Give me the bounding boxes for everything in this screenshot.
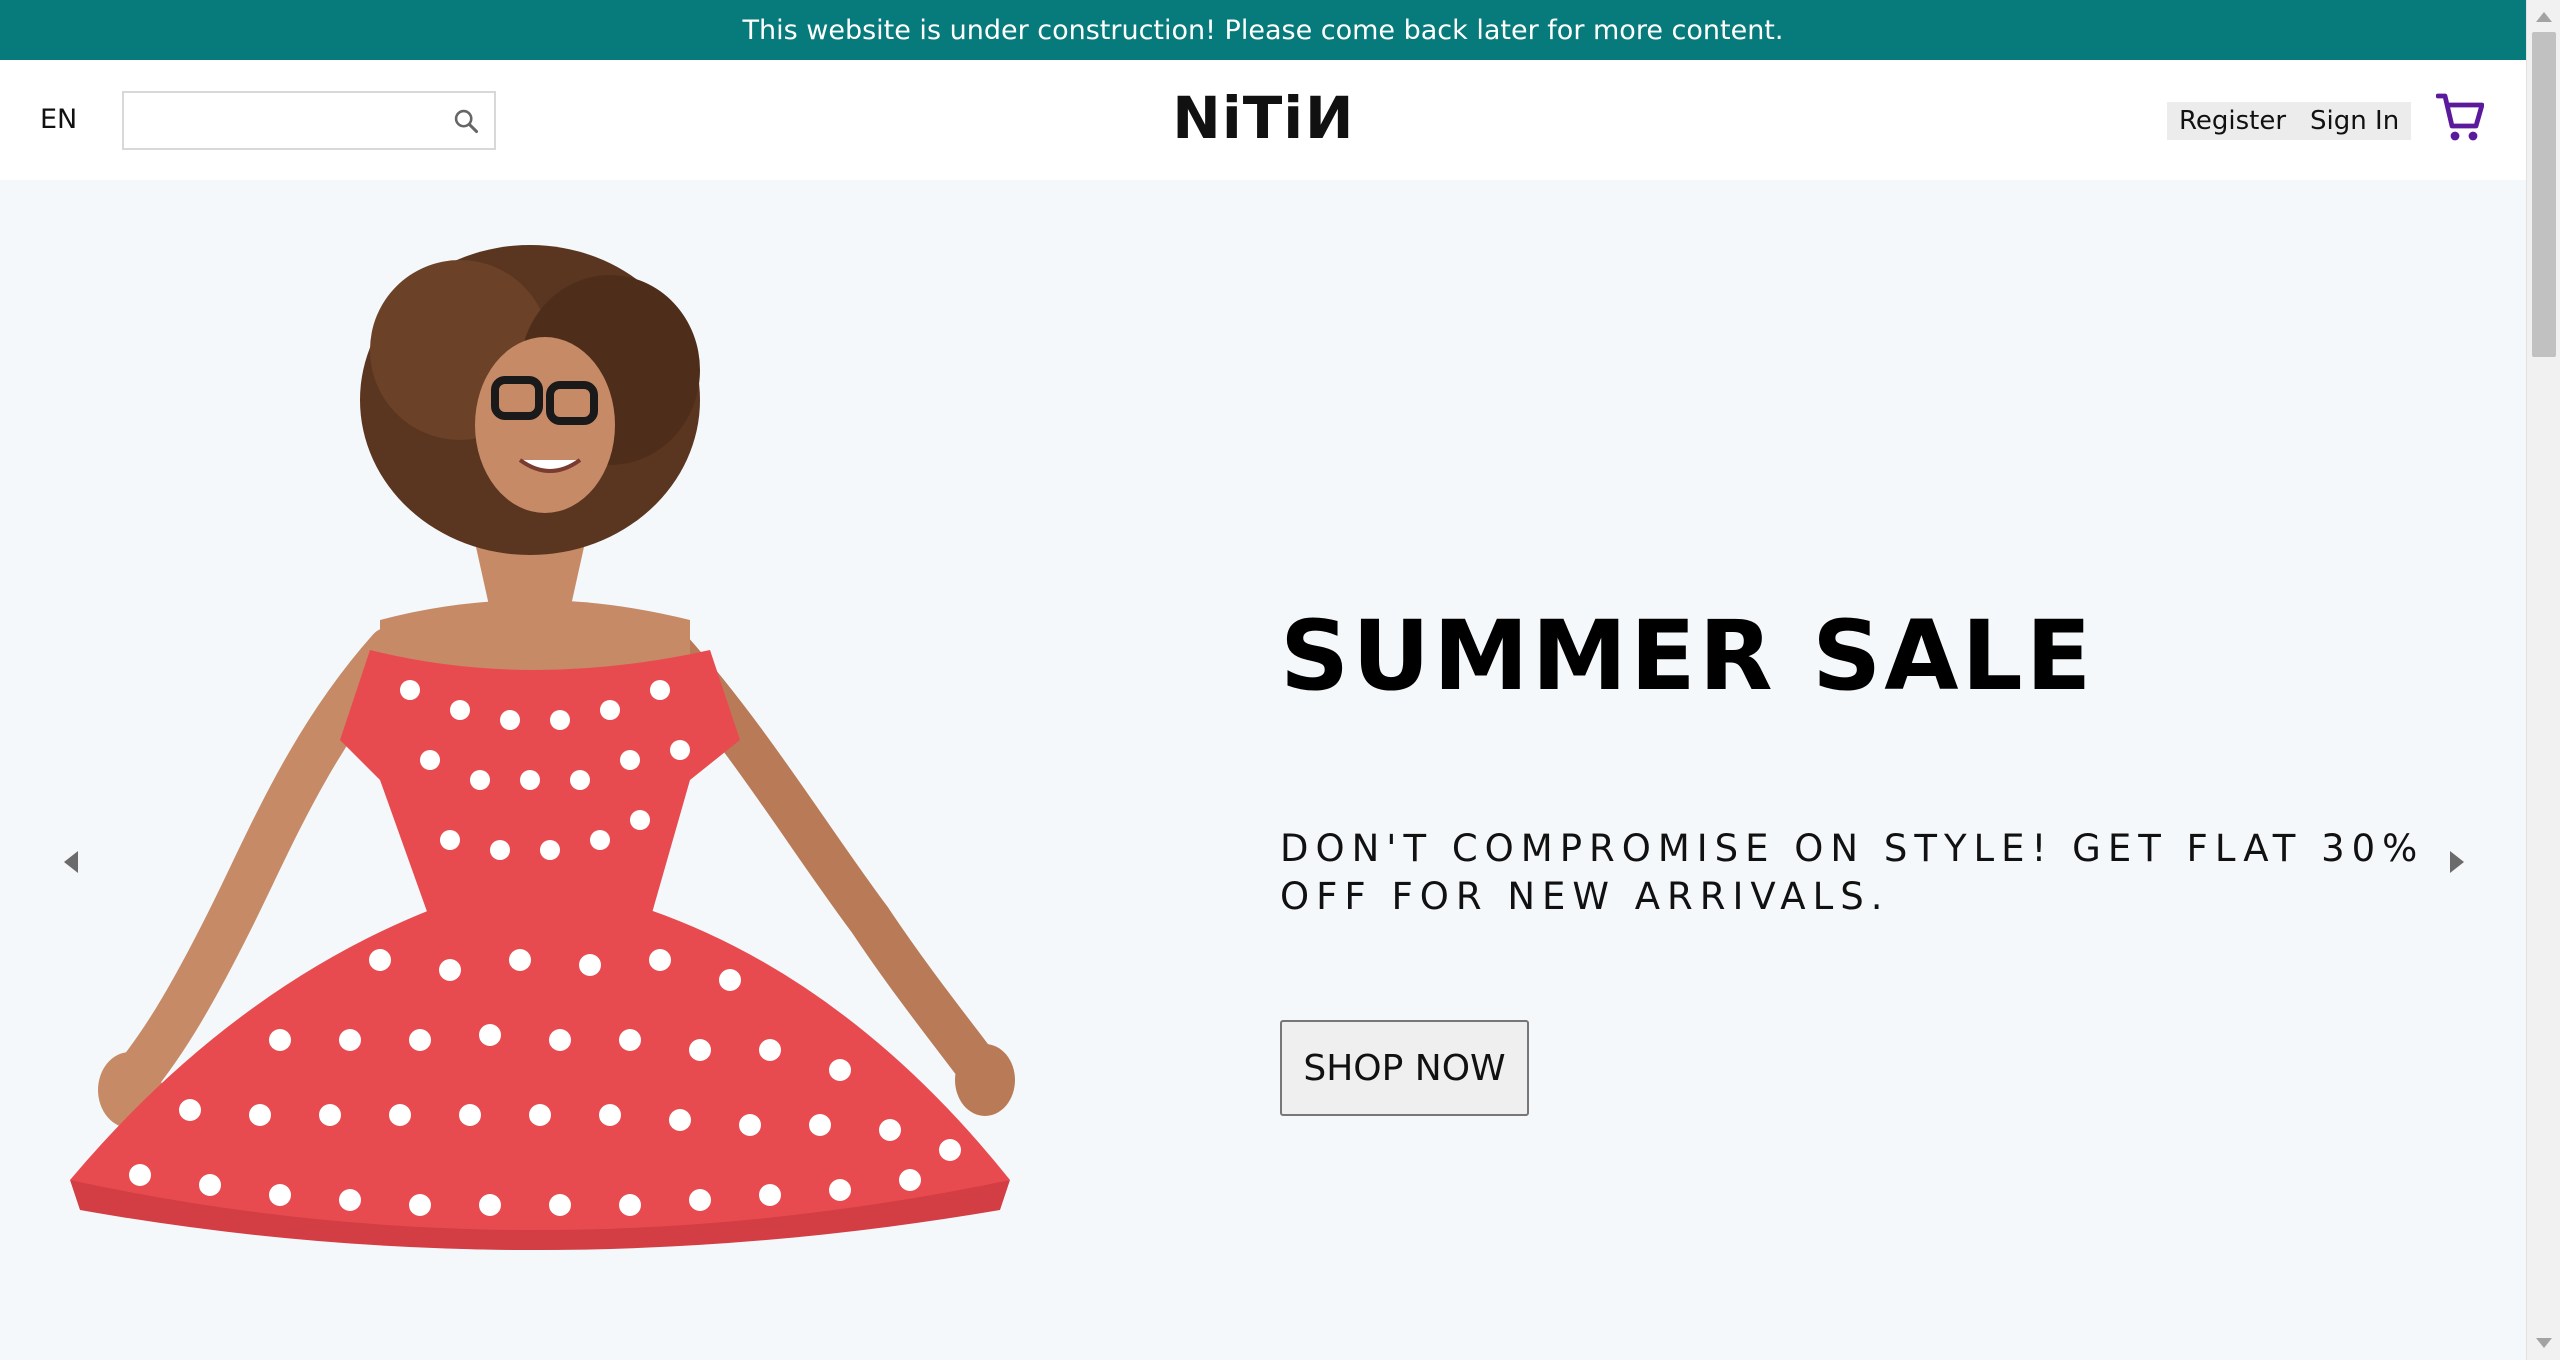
search-icon[interactable] xyxy=(452,107,480,135)
hero-image xyxy=(70,245,1015,1250)
logo-text-i: i xyxy=(1283,84,1305,152)
scroll-down-arrow-icon[interactable] xyxy=(2536,1338,2552,1348)
language-selector[interactable]: EN xyxy=(40,104,77,135)
shopping-cart-icon[interactable] xyxy=(2436,92,2484,144)
brand-logo[interactable]: NiT i N xyxy=(1172,84,1353,152)
caret-right-icon[interactable] xyxy=(2446,847,2470,877)
announcement-text: This website is under construction! Plea… xyxy=(742,14,1784,46)
auth-links: Register Sign In xyxy=(2167,102,2412,140)
scrollbar-thumb[interactable] xyxy=(2532,32,2556,357)
hero-carousel: SUMMER SALE DON'T COMPROMISE ON STYLE! G… xyxy=(0,180,2526,1360)
shop-now-button[interactable]: SHOP NOW xyxy=(1280,1020,1529,1116)
search-input[interactable] xyxy=(124,93,434,148)
logo-text-mirrored-n: N xyxy=(1304,84,1354,152)
sign-in-link[interactable]: Sign In xyxy=(2298,102,2411,140)
hero-description: DON'T COMPROMISE ON STYLE! GET FLAT 30% … xyxy=(1280,827,2425,918)
search-box xyxy=(122,91,496,150)
announcement-bar: This website is under construction! Plea… xyxy=(0,0,2526,60)
page: This website is under construction! Plea… xyxy=(0,0,2560,1360)
navbar: EN NiT i N Register Sign In xyxy=(0,60,2526,180)
vertical-scrollbar[interactable] xyxy=(2526,0,2560,1360)
scroll-up-arrow-icon[interactable] xyxy=(2536,12,2552,22)
logo-text: NiT xyxy=(1172,84,1284,152)
register-link[interactable]: Register xyxy=(2167,102,2298,140)
hero-title: SUMMER SALE xyxy=(1280,600,2095,712)
